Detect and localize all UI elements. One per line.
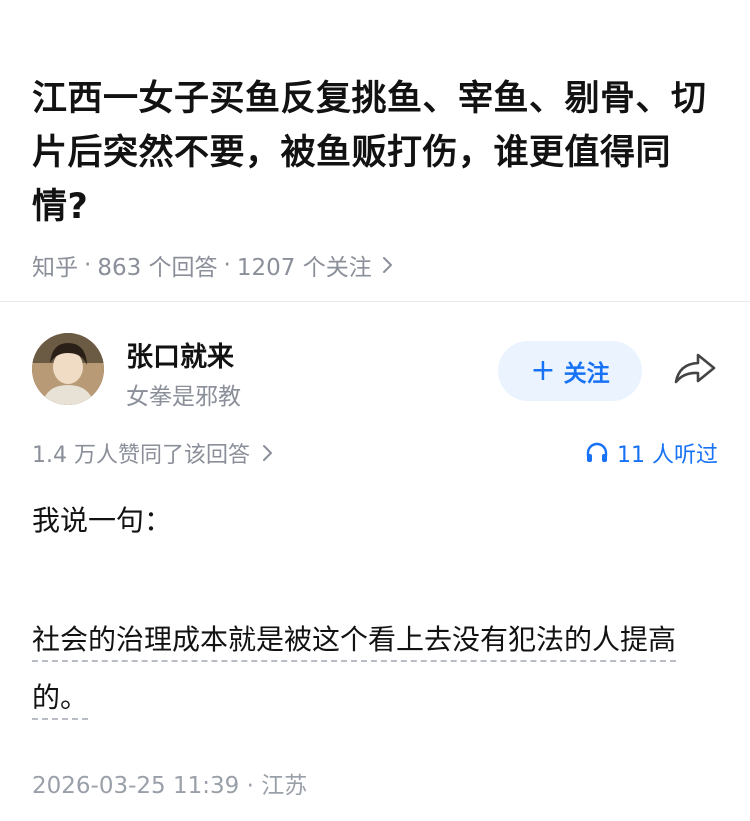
listen-count[interactable]: 11 人听过 — [585, 437, 718, 469]
question-meta[interactable]: 知乎 · 863 个回答 · 1207 个关注 — [32, 248, 722, 282]
answers-count: 863 个回答 — [97, 255, 218, 281]
answer-underlined-text[interactable]: 社会的治理成本就是被这个看上去没有犯法的人提高的。 — [32, 623, 677, 720]
stats-row: 1.4 万人赞同了该回答 11 人听过 — [32, 437, 718, 469]
answer-page: 江西一女子买鱼反复挑鱼、宰鱼、剔骨、切片后突然不要，被鱼贩打伤，谁更值得同情? … — [0, 0, 750, 821]
question-header: 江西一女子买鱼反复挑鱼、宰鱼、剔骨、切片后突然不要，被鱼贩打伤，谁更值得同情? … — [32, 72, 722, 282]
question-source: 知乎 — [32, 255, 78, 281]
follow-button[interactable]: + 关注 — [498, 341, 642, 401]
avatar-photo-icon — [32, 333, 104, 405]
share-icon — [674, 353, 716, 384]
chevron-right-icon — [382, 255, 394, 275]
answer-content: 我说一句： 社会的治理成本就是被这个看上去没有犯法的人提高的。 — [32, 497, 722, 727]
listen-text: 11 人听过 — [617, 443, 718, 468]
agree-count[interactable]: 1.4 万人赞同了该回答 — [32, 437, 274, 469]
chevron-right-icon — [262, 443, 274, 463]
meta-separator: · — [246, 773, 262, 799]
share-button[interactable] — [672, 349, 718, 389]
author-bio: 女拳是邪教 — [126, 384, 241, 410]
answer-paragraph: 社会的治理成本就是被这个看上去没有犯法的人提高的。 — [32, 611, 722, 727]
question-title[interactable]: 江西一女子买鱼反复挑鱼、宰鱼、剔骨、切片后突然不要，被鱼贩打伤，谁更值得同情? — [32, 72, 722, 234]
avatar[interactable] — [32, 333, 104, 405]
section-divider — [0, 301, 750, 302]
agree-text: 1.4 万人赞同了该回答 — [32, 443, 250, 468]
answer-datetime: 2026-03-25 11:39 — [32, 773, 240, 799]
answer-footer: 2026-03-25 11:39 · 江苏 — [32, 766, 307, 800]
answer-paragraph: 我说一句： — [32, 504, 173, 537]
follow-label: 关注 — [563, 361, 610, 387]
followers-count: 1207 个关注 — [236, 255, 372, 281]
author-name[interactable]: 张口就来 — [126, 335, 234, 374]
headphones-icon — [585, 441, 609, 465]
meta-separator: · — [84, 252, 92, 278]
author-row: 张口就来 女拳是邪教 + 关注 — [32, 333, 722, 410]
meta-separator: · — [223, 252, 231, 278]
plus-icon: + — [530, 353, 556, 388]
answer-location: 江苏 — [261, 773, 308, 799]
